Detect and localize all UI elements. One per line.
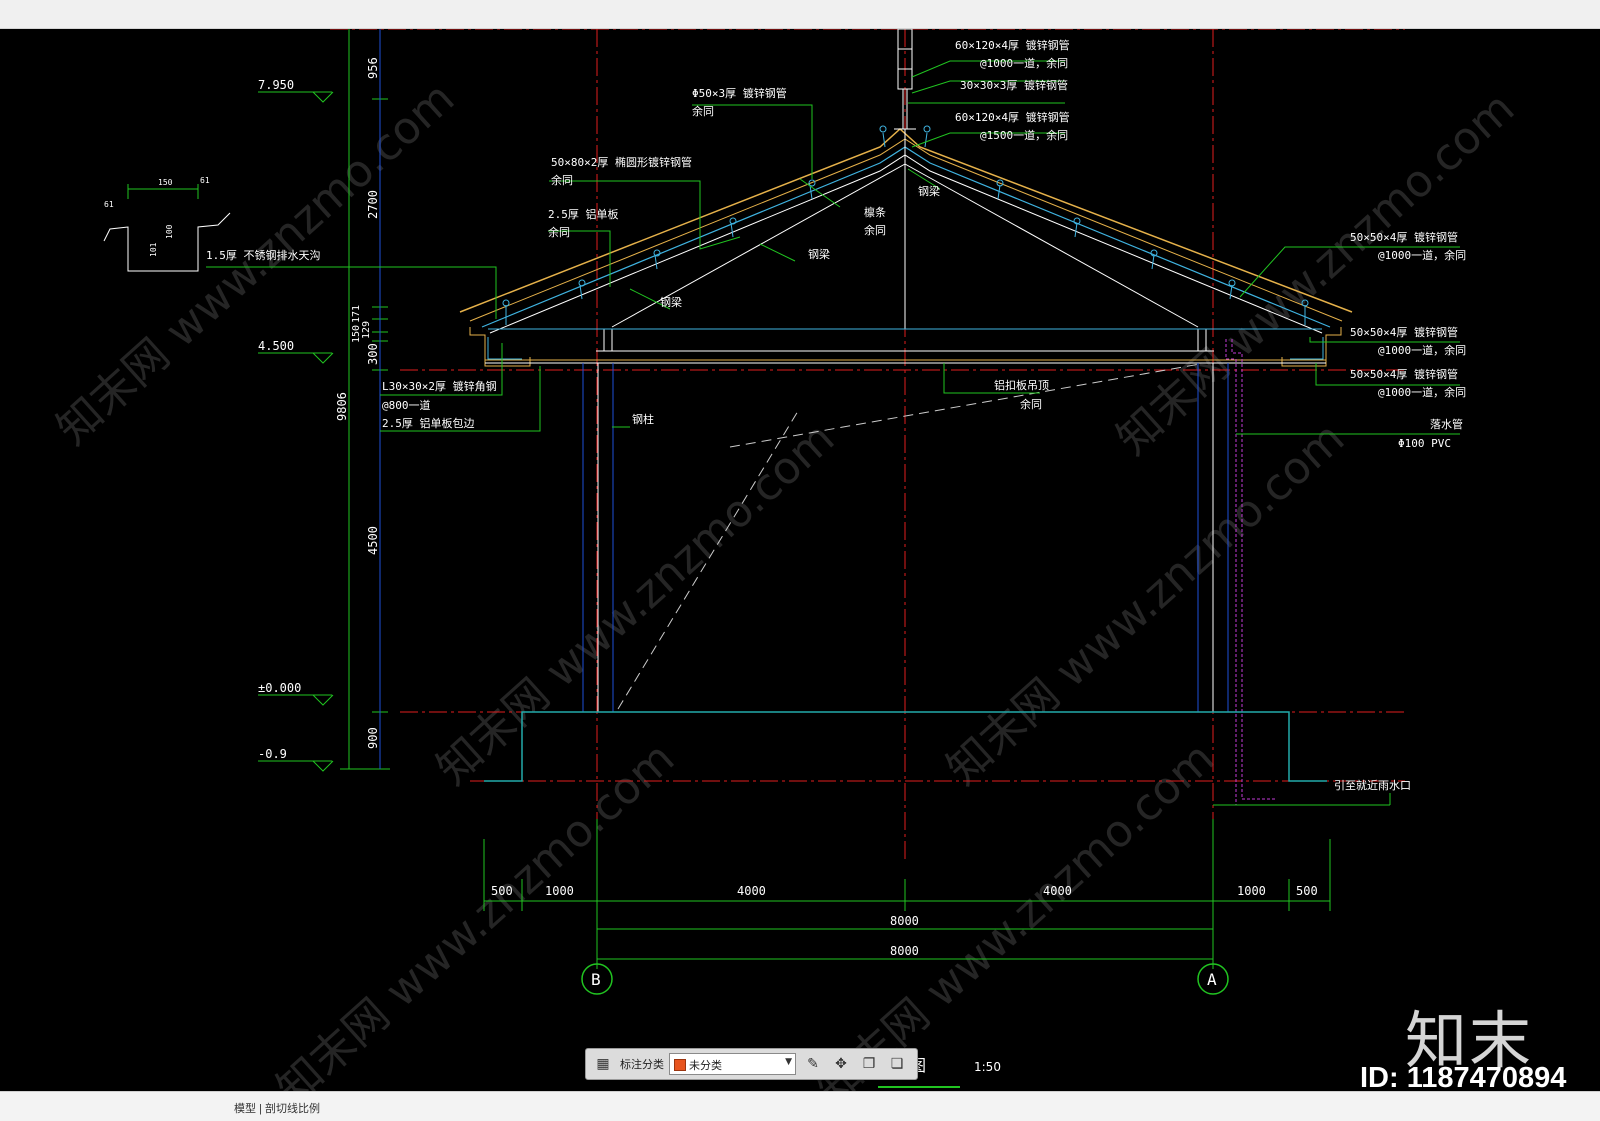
annotation-category-label: 标注分类 (620, 1058, 664, 1071)
axis-lines (330, 29, 1405, 899)
horizontal-dimension-lines (483, 793, 1391, 969)
callout-c4: Φ50×3厚 镀锌钢管 (692, 86, 787, 100)
elevation-label: 4.500 (258, 339, 294, 353)
callout-beam: 钢梁 (660, 295, 682, 309)
callout-c10: 50×50×4厚 镀锌钢管 (1350, 230, 1458, 244)
callout-c16: 余同 (864, 223, 886, 237)
callout-c7: 1.5厚 不锈钢排水天沟 (206, 248, 321, 262)
elevation-label: 7.950 (258, 78, 294, 92)
callout-c2: 30×30×3厚 镀锌钢管 (960, 78, 1068, 92)
callout-c3: 60×120×4厚 镀锌钢管 (955, 110, 1070, 124)
status-bar: 模型 | 剖切线比例 (0, 1091, 1600, 1121)
dimension-text: 129 (361, 321, 372, 339)
dimension-text: 900 (366, 727, 380, 749)
dimension-text: 4500 (366, 526, 380, 555)
callout-c5: 余同 (551, 173, 573, 187)
gutter-dim: 150 (158, 178, 173, 187)
svg-text:B: B (591, 970, 601, 989)
category-select[interactable]: 未分类 ▼ (669, 1053, 796, 1075)
title-underline (878, 1086, 960, 1088)
callout-c6: 余同 (548, 225, 570, 239)
callout-c1: 60×120×4厚 镀锌钢管 (955, 38, 1070, 52)
grid-icon[interactable]: ▦ (594, 1055, 612, 1073)
gutter-dim: 61 (104, 200, 114, 209)
downpipe (1225, 339, 1276, 806)
status-text: 模型 | 剖切线比例 (234, 1103, 320, 1115)
annotation-toolbar: ▦ 标注分类 未分类 ▼ ✎ ✥ ❐ ❏ (585, 1048, 918, 1080)
dimension-text: 956 (366, 57, 380, 79)
gutter-dim: 101 (149, 242, 158, 257)
callout-c3: @1500一道，余同 (980, 128, 1068, 142)
callout-c4: 余同 (692, 104, 714, 118)
dimension-text: 4000 (737, 884, 766, 898)
callout-c13: 落水管 (1430, 417, 1463, 431)
gutter-dim: 61 (200, 176, 210, 185)
callout-texts: 60×120×4厚 镀锌钢管 @1000一道，余同 30×30×3厚 镀锌钢管 … (206, 38, 1466, 792)
chevron-down-icon: ▼ (785, 1057, 792, 1067)
edit-icon[interactable]: ✎ (804, 1055, 822, 1073)
callout-c9: 2.5厚 铝单板包边 (382, 416, 475, 430)
cad-drawing-canvas[interactable]: 知末网 www.znzmo.com 知末网 www.znzmo.com 知末网 … (0, 29, 1600, 1091)
roof-structure (459, 29, 1353, 367)
callout-c15: 余同 (1020, 397, 1042, 411)
dimension-text: 500 (491, 884, 513, 898)
callout-c10: @1000一道，余同 (1378, 248, 1466, 262)
elevation-label: -0.9 (258, 747, 287, 761)
dimension-text: 2700 (366, 190, 380, 219)
callout-beam: 钢梁 (918, 184, 940, 198)
gutter-dim: 100 (165, 224, 174, 239)
dimension-text: 500 (1296, 884, 1318, 898)
section-drawing: 7.950 4.500 ±0.000 -0.9 956 2700 150 171… (103, 29, 1466, 995)
callout-c8: L30×30×2厚 镀锌角钢 (382, 379, 497, 393)
callout-c5: 50×80×2厚 椭圆形镀锌钢管 (551, 155, 692, 169)
category-select-value: 未分类 (689, 1059, 722, 1072)
dimension-text: 300 (366, 343, 380, 365)
span-dimension-text: 8000 (890, 944, 919, 958)
callout-c6: 2.5厚 铝单板 (548, 207, 619, 221)
callout-c11: @1000一道，余同 (1378, 343, 1466, 357)
move-icon[interactable]: ✥ (832, 1055, 850, 1073)
callout-c8: @800一道 (382, 398, 431, 412)
callout-leaders (206, 60, 1460, 435)
dimension-text: 171 (351, 305, 362, 323)
callout-c15: 铝扣板吊顶 (994, 378, 1049, 392)
callout-c11: 50×50×4厚 镀锌钢管 (1350, 325, 1458, 339)
paste-icon[interactable]: ❏ (888, 1055, 906, 1073)
callout-c16: 檩条 (864, 205, 886, 219)
copy-icon[interactable]: ❐ (860, 1055, 878, 1073)
callout-column: 钢柱 (632, 412, 654, 426)
section-cut-lines (617, 363, 1201, 710)
drawing-scale: 1:50 (974, 1060, 1001, 1074)
dimension-text: 9806 (335, 392, 349, 421)
callout-c12: 50×50×4厚 镀锌钢管 (1350, 367, 1458, 381)
color-swatch (674, 1059, 686, 1071)
elevation-markers (258, 91, 334, 772)
svg-text:A: A (1207, 970, 1217, 989)
callout-c1: @1000一道，余同 (980, 56, 1068, 70)
elevation-label: ±0.000 (258, 681, 301, 695)
dimension-text: 1000 (545, 884, 574, 898)
span-dimension-text: 8000 (890, 914, 919, 928)
callout-c14: 引至就近雨水口 (1334, 778, 1411, 792)
dimension-text: 4000 (1043, 884, 1072, 898)
callout-beam: 钢梁 (808, 247, 830, 261)
application-title-bar (0, 0, 1600, 29)
dimension-text: 1000 (1237, 884, 1266, 898)
callout-c13: Φ100 PVC (1398, 437, 1451, 450)
callout-c12: @1000一道，余同 (1378, 385, 1466, 399)
